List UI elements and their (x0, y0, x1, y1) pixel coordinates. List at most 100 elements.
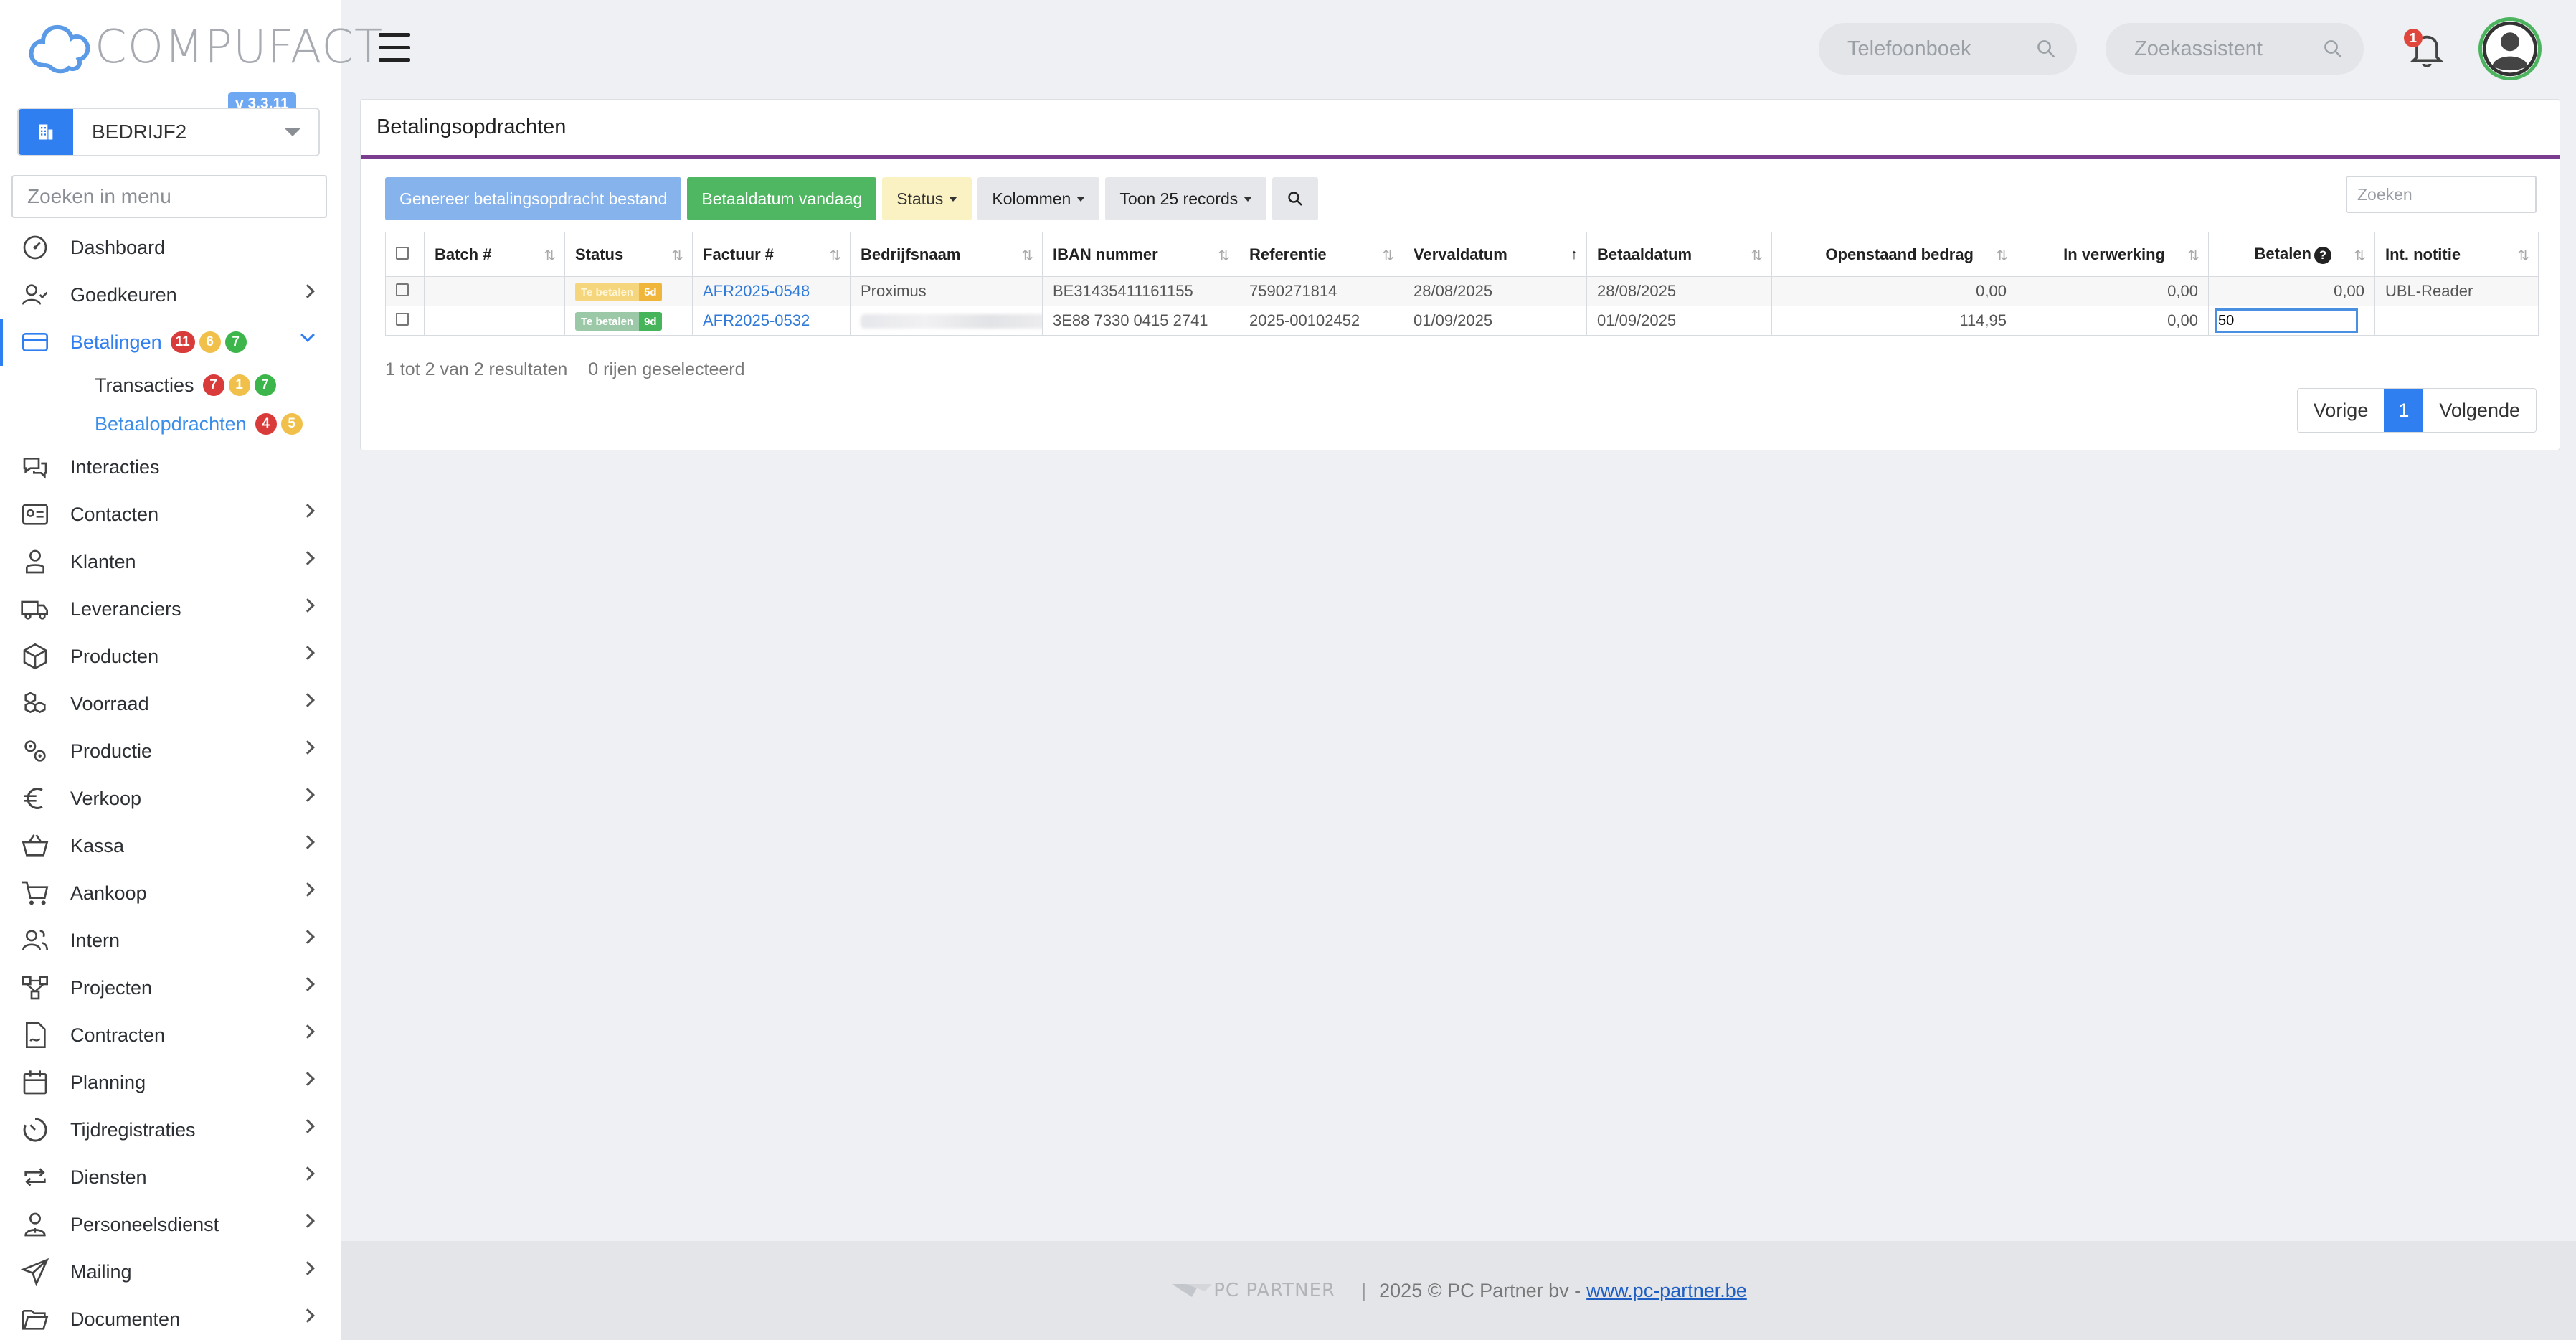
dashboard-gauge-icon (20, 232, 50, 263)
menu-label: Projecten (70, 976, 153, 999)
chevron-down-icon (284, 128, 301, 136)
chevron-right-icon (300, 1119, 315, 1133)
outstanding-cell: 0,00 (1771, 276, 2017, 306)
company-selector[interactable]: BEDRIJF2 (17, 108, 320, 156)
chevron-right-icon (300, 835, 315, 849)
column-header-referentie[interactable]: Referentie ⇅ (1239, 232, 1403, 277)
menu-item-verkoop[interactable]: Verkoop (0, 775, 341, 822)
selected-count: 0 rijen geselecteerd (588, 359, 745, 379)
status-label: Te betalen (575, 283, 640, 302)
payment-date-today-button[interactable]: Betaaldatum vandaag (687, 177, 877, 220)
sort-icon: ⇅ (2354, 248, 2366, 264)
menu-item-documenten[interactable]: Documenten (0, 1296, 341, 1340)
due-date-cell: 28/08/2025 (1403, 276, 1587, 306)
app-logo[interactable]: COMPUFACT (29, 19, 383, 76)
menu-item-projecten[interactable]: Projecten (0, 964, 341, 1011)
row-checkbox[interactable] (396, 313, 409, 326)
next-page-button[interactable]: Volgende (2423, 389, 2536, 432)
search-toggle-button[interactable] (1272, 177, 1319, 220)
menu-label: Verkoop (70, 787, 142, 809)
generate-file-button[interactable]: Genereer betalingsopdracht bestand (385, 177, 682, 220)
menu-item-mailing[interactable]: Mailing (0, 1248, 341, 1296)
submenu-label: Betaalopdrachten (95, 412, 247, 435)
menu-label: Documenten (70, 1308, 181, 1330)
status-filter-button[interactable]: Status (882, 177, 972, 220)
select-all-checkbox[interactable] (396, 246, 409, 260)
phonebook-search[interactable]: Telefoonboek (1819, 23, 2077, 75)
column-header-in-verwerking[interactable]: In verwerking ⇅ (2017, 232, 2209, 277)
chevron-right-icon (300, 284, 315, 298)
column-label: Batch # (435, 245, 492, 263)
menu-item-planning[interactable]: Planning (0, 1059, 341, 1106)
columns-button[interactable]: Kolommen (977, 177, 1100, 220)
invoice-link[interactable]: AFR2025-0548 (703, 282, 810, 300)
column-header-openstaand[interactable]: Openstaand bedrag ⇅ (1771, 232, 2017, 277)
row-checkbox[interactable] (396, 283, 409, 296)
menu-item-producten[interactable]: Producten (0, 633, 341, 680)
payment-orders-card: Betalingsopdrachten Genereer betalingsop… (360, 99, 2560, 450)
menu-label: Voorraad (70, 692, 149, 714)
column-header-vervaldatum[interactable]: Vervaldatum ↑ (1403, 232, 1587, 277)
menu-search-input[interactable] (11, 175, 327, 218)
menu-item-personeelsdienst[interactable]: Personeelsdienst (0, 1201, 341, 1248)
submenu-item-betaalopdrachten[interactable]: Betaalopdrachten 4 5 (0, 405, 341, 443)
pagination: Vorige 1 Volgende (2296, 388, 2537, 433)
euro-icon (20, 783, 50, 813)
column-header-batch[interactable]: Batch # ⇅ (424, 232, 565, 277)
menu-item-kassa[interactable]: Kassa (0, 822, 341, 869)
menu-item-goedkeuren[interactable]: Goedkeuren (0, 271, 341, 319)
menu-item-klanten[interactable]: Klanten (0, 538, 341, 585)
table-row[interactable]: Te betalen 5d AFR2025-0548 Proximus BE314… (385, 276, 2539, 306)
column-header-bedrijfsnaam[interactable]: Bedrijfsnaam ⇅ (850, 232, 1043, 277)
pc-partner-logo-icon (1172, 1284, 1213, 1297)
search-icon (2324, 40, 2342, 58)
search-icon (1288, 192, 1303, 206)
menu-item-intern[interactable]: Intern (0, 917, 341, 964)
status-filter-label: Status (896, 189, 944, 208)
payment-orders-table: Batch # ⇅ Status ⇅ Factuur # ⇅ Bedrijfsnaam… (385, 232, 2539, 336)
user-avatar[interactable] (2478, 17, 2542, 80)
chevron-right-icon (300, 882, 315, 897)
chevron-right-icon (300, 788, 315, 802)
column-header-betalen[interactable]: Betalen? ⇅ (2208, 232, 2375, 277)
chevron-right-icon (300, 1072, 315, 1086)
customer-icon (20, 547, 50, 577)
column-header-betaaldatum[interactable]: Betaaldatum ⇅ (1586, 232, 1772, 277)
assistant-search[interactable]: Zoekassistent (2106, 23, 2364, 75)
column-header-factuur[interactable]: Factuur # ⇅ (692, 232, 851, 277)
table-header-row: Batch # ⇅ Status ⇅ Factuur # ⇅ Bedrijfsnaam… (385, 232, 2539, 277)
menu-item-contracten[interactable]: Contracten (0, 1011, 341, 1059)
column-header-notitie[interactable]: Int. notitie ⇅ (2374, 232, 2539, 277)
records-per-page-button[interactable]: Toon 25 records (1105, 177, 1267, 220)
column-header-iban[interactable]: IBAN nummer ⇅ (1042, 232, 1239, 277)
row-select-cell (385, 276, 425, 306)
pay-amount-input[interactable] (2215, 308, 2358, 333)
chevron-right-icon (300, 740, 315, 755)
submenu-item-transacties[interactable]: Transacties 7 1 7 (0, 366, 341, 405)
table-row[interactable]: Te betalen 9d AFR2025-0532 3E88 7330 0415… (385, 306, 2539, 336)
footer-website-link[interactable]: www.pc-partner.be (1586, 1280, 1747, 1302)
menu-item-betalingen[interactable]: Betalingen 11 6 7 (0, 319, 341, 366)
invoice-link[interactable]: AFR2025-0532 (703, 311, 810, 329)
column-header-status[interactable]: Status ⇅ (564, 232, 693, 277)
menu-item-interacties[interactable]: Interacties (0, 443, 341, 491)
menu-item-tijdregistraties[interactable]: Tijdregistraties (0, 1106, 341, 1153)
chevron-right-icon (300, 1261, 315, 1275)
menu-item-voorraad[interactable]: Voorraad (0, 680, 341, 727)
menu-item-contacten[interactable]: Contacten (0, 491, 341, 538)
previous-page-button[interactable]: Vorige (2297, 389, 2385, 432)
menu-item-leveranciers[interactable]: Leveranciers (0, 585, 341, 633)
menu-item-dashboard[interactable]: Dashboard (0, 224, 341, 271)
menu-item-aankoop[interactable]: Aankoop (0, 869, 341, 917)
sort-icon: ⇅ (829, 248, 841, 264)
hamburger-menu-icon[interactable] (379, 33, 410, 62)
table-search-input[interactable] (2346, 176, 2537, 213)
menu-item-productie[interactable]: Productie (0, 727, 341, 775)
menu-label: Aankoop (70, 882, 147, 904)
current-page-button[interactable]: 1 (2384, 389, 2424, 432)
menu-item-diensten[interactable]: Diensten (0, 1153, 341, 1201)
iban-cell: 3E88 7330 0415 2741 (1042, 306, 1239, 336)
help-icon[interactable]: ? (2314, 246, 2331, 264)
pay-amount-cell[interactable]: 0,00 (2208, 276, 2375, 306)
menu-label: Dashboard (70, 236, 166, 258)
